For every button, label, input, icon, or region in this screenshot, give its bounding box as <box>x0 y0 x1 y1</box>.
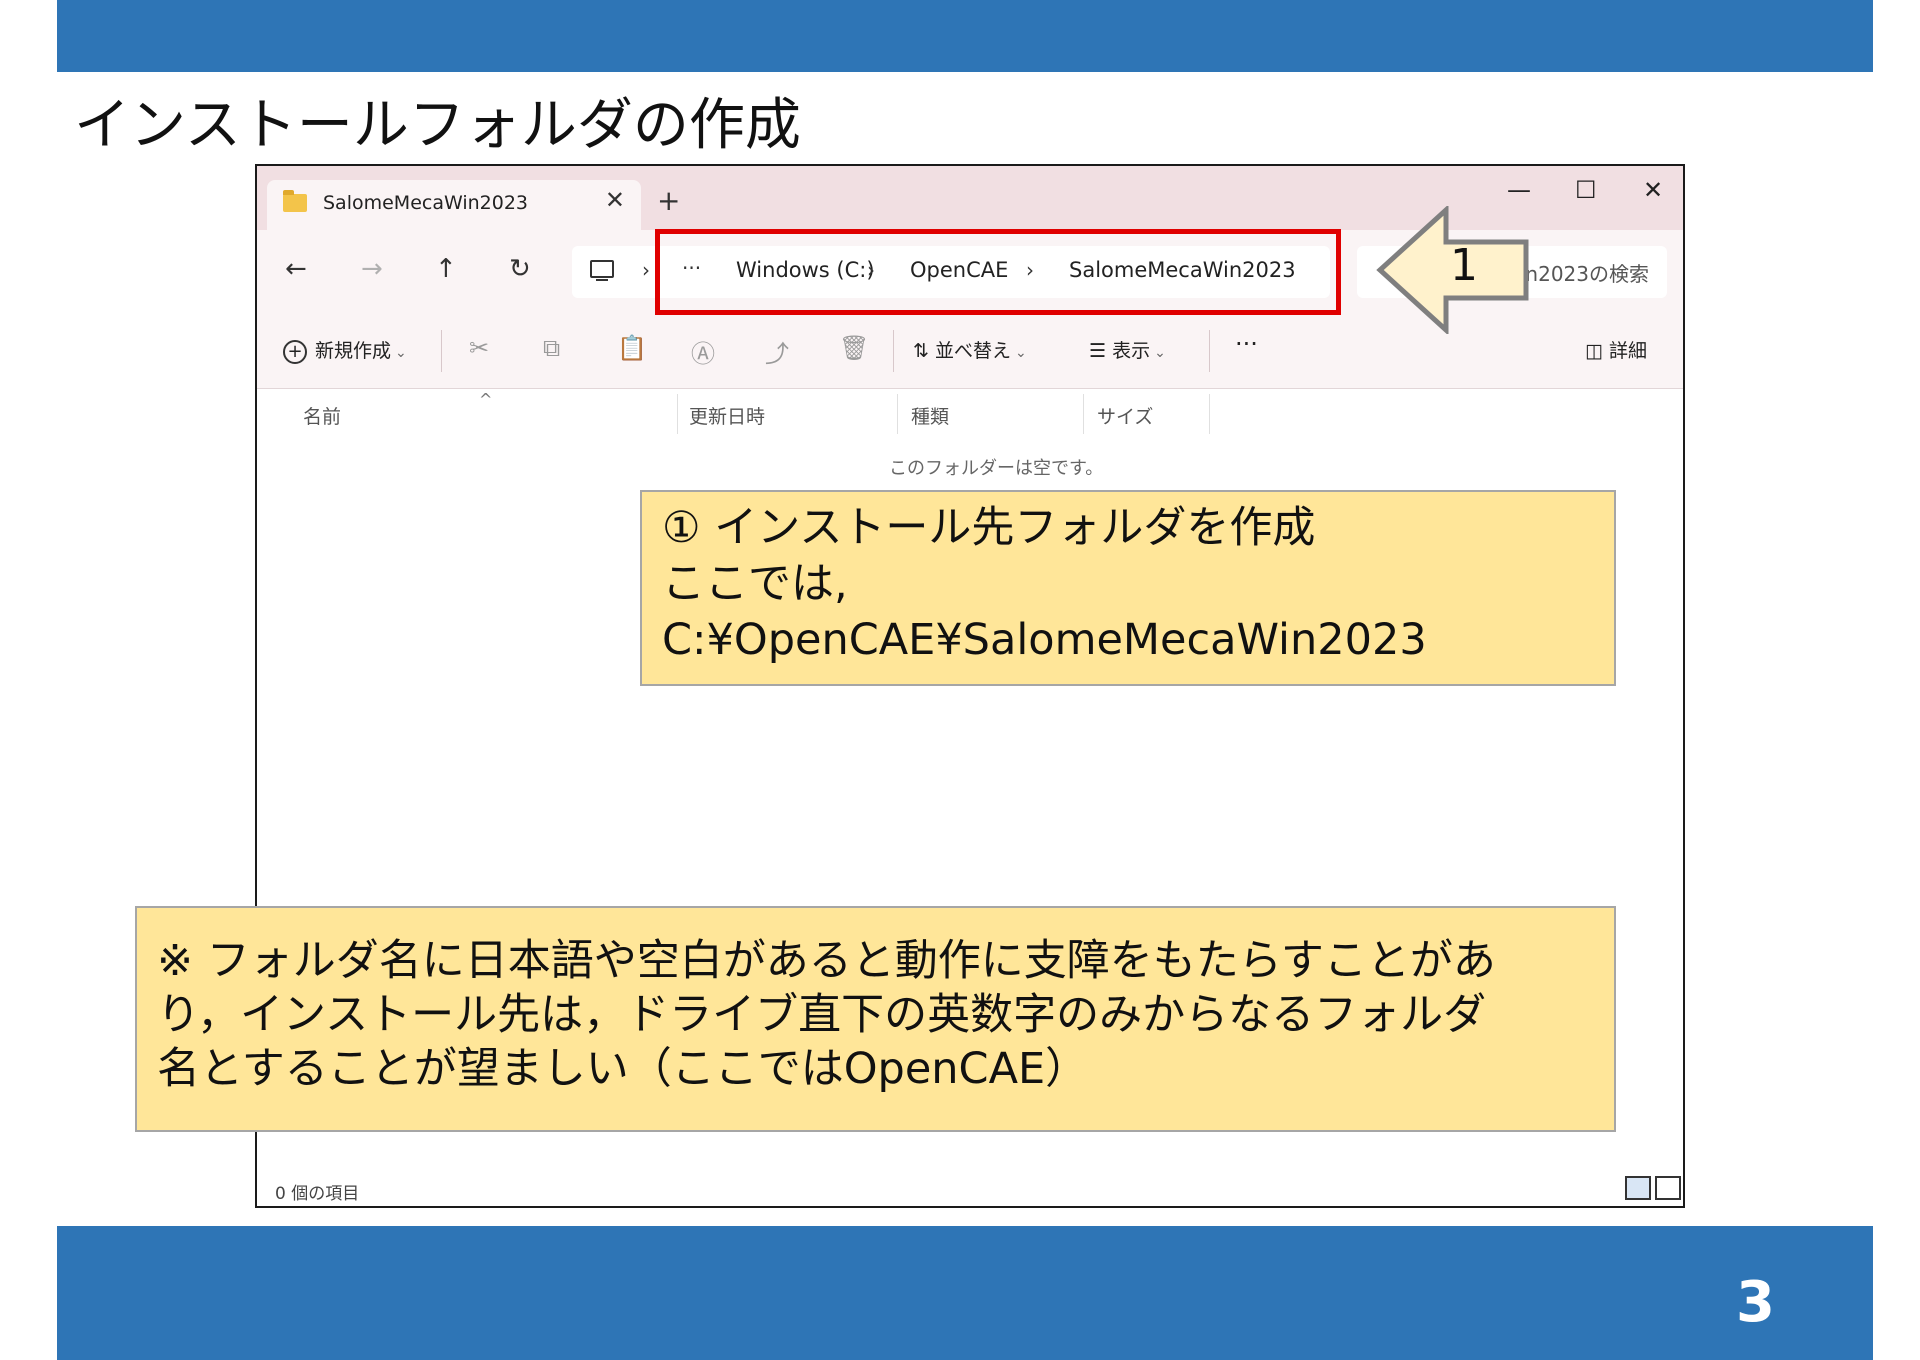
empty-folder-message: このフォルダーは空です。 <box>889 458 1104 479</box>
status-item-count: 0 個の項目 <box>275 1184 360 1204</box>
column-divider[interactable] <box>1209 394 1210 434</box>
note-line: ① インストール先フォルダを作成 <box>662 503 1316 553</box>
column-type[interactable]: 種類 <box>911 402 949 429</box>
sort-icon: ⇅ <box>913 340 935 362</box>
details-pane-button[interactable]: ◫ 詳細 <box>1585 336 1647 363</box>
address-highlight-box <box>655 229 1341 315</box>
note-line: ※ フォルダ名に日本語や空白があると動作に支障をもたらすことがあ <box>157 936 1496 986</box>
slide-title: インストールフォルダの作成 <box>74 93 801 158</box>
details-view-icon[interactable] <box>1625 1176 1651 1200</box>
warning-note: ※ フォルダ名に日本語や空白があると動作に支障をもたらすことがあ り，インストー… <box>135 906 1616 1132</box>
view-toggle <box>1621 1176 1681 1204</box>
toolbar-divider <box>441 330 442 372</box>
note-line: り，インストール先は，ドライブ直下の英数字のみからなるフォルダ <box>157 990 1487 1040</box>
up-arrow-icon[interactable]: ↑ <box>435 254 457 284</box>
address-separator[interactable]: › <box>642 258 650 282</box>
column-divider[interactable] <box>897 394 898 434</box>
page-number: 3 <box>1736 1270 1775 1335</box>
tab-salomemecawin2023[interactable]: SalomeMecaWin2023 ✕ <box>267 180 641 230</box>
more-options-button[interactable]: ··· <box>1235 330 1258 358</box>
rename-icon[interactable]: Ⓐ <box>691 334 715 369</box>
maximize-button[interactable]: ☐ <box>1575 176 1597 204</box>
note-line: ここでは, <box>662 559 848 609</box>
note-line: 名とすることが望ましい（ここではOpenCAE） <box>157 1044 1089 1094</box>
close-tab-icon[interactable]: ✕ <box>605 186 625 214</box>
sort-ascending-icon: ^ <box>479 390 493 409</box>
share-icon[interactable]: ⤴ <box>765 334 789 369</box>
note-line: C:¥OpenCAE¥SalomeMecaWin2023 <box>662 615 1427 665</box>
details-pane-icon: ◫ <box>1585 340 1609 362</box>
tab-label: SalomeMecaWin2023 <box>323 192 529 214</box>
delete-icon[interactable]: 🗑 <box>839 334 869 362</box>
toolbar-divider <box>893 330 894 372</box>
column-size[interactable]: サイズ <box>1097 402 1153 429</box>
view-button[interactable]: ☰ 表示 ⌄ <box>1089 336 1166 363</box>
folder-icon <box>283 190 307 212</box>
instruction-note: ① インストール先フォルダを作成 ここでは, C:¥OpenCAE¥Salome… <box>640 490 1616 686</box>
close-window-button[interactable]: ✕ <box>1643 176 1663 204</box>
column-divider[interactable] <box>677 394 678 434</box>
refresh-icon[interactable]: ↻ <box>509 254 531 284</box>
details-button-label: 詳細 <box>1609 340 1648 362</box>
new-button-label: 新規作成 <box>315 340 392 362</box>
sort-button-label: 並べ替え <box>934 340 1011 362</box>
column-name[interactable]: 名前 <box>303 402 341 429</box>
view-button-label: 表示 <box>1112 340 1151 362</box>
column-divider[interactable] <box>1083 394 1084 434</box>
forward-arrow-icon[interactable]: → <box>361 254 383 284</box>
minimize-button[interactable]: — <box>1507 176 1531 204</box>
chevron-down-icon: ⌄ <box>395 345 407 361</box>
column-modified[interactable]: 更新日時 <box>689 402 765 429</box>
chevron-down-icon: ⌄ <box>1154 345 1166 361</box>
plus-circle-icon: + <box>283 339 307 364</box>
callout-number: 1 <box>1450 240 1478 291</box>
header-band <box>57 0 1873 72</box>
view-list-icon: ☰ <box>1089 340 1113 362</box>
chevron-down-icon: ⌄ <box>1014 345 1027 361</box>
sort-button[interactable]: ⇅ 並べ替え ⌄ <box>913 336 1027 363</box>
computer-icon[interactable] <box>590 260 614 281</box>
tiles-view-icon[interactable] <box>1655 1176 1681 1200</box>
footer-band <box>57 1226 1873 1360</box>
paste-icon[interactable]: 📋 <box>617 334 647 362</box>
column-header-row: 名前 ^ 更新日時 種類 サイズ <box>257 390 1683 434</box>
copy-icon[interactable]: ⧉ <box>543 334 560 362</box>
new-button[interactable]: + 新規作成 ⌄ <box>283 336 407 364</box>
new-tab-button[interactable]: + <box>657 184 680 217</box>
toolbar-divider <box>1209 330 1210 372</box>
back-arrow-icon[interactable]: ← <box>285 254 307 284</box>
cut-icon[interactable]: ✂ <box>469 334 489 362</box>
